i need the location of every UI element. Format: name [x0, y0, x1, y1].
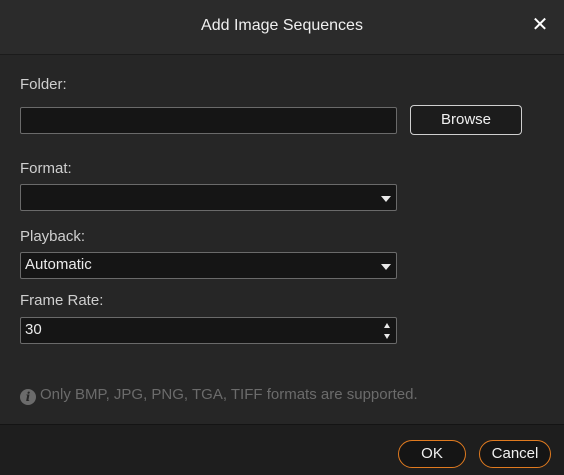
playback-label: Playback:	[20, 228, 86, 245]
format-select[interactable]	[20, 184, 397, 211]
close-icon[interactable]: ✕	[528, 13, 552, 37]
playback-select[interactable]: Automatic	[20, 252, 397, 279]
ok-button[interactable]: OK	[398, 440, 466, 468]
title-bar: Add Image Sequences ✕	[0, 0, 564, 55]
chevron-down-icon	[381, 264, 391, 270]
add-image-sequences-dialog: Add Image Sequences ✕ Folder: Browse For…	[0, 0, 564, 475]
chevron-down-icon	[381, 196, 391, 202]
playback-selected-value: Automatic	[25, 256, 92, 273]
stepper-up-icon[interactable]	[384, 323, 390, 328]
supported-formats-note: i Only BMP, JPG, PNG, TGA, TIFF formats a…	[20, 386, 418, 406]
browse-button[interactable]: Browse	[410, 105, 522, 135]
info-text: Only BMP, JPG, PNG, TGA, TIFF formats ar…	[40, 386, 418, 403]
stepper-down-icon[interactable]	[384, 334, 390, 339]
frame-rate-label: Frame Rate:	[20, 292, 104, 309]
folder-label: Folder:	[20, 76, 67, 93]
format-label: Format:	[20, 160, 72, 177]
frame-rate-value: 30	[25, 321, 42, 338]
dialog-title: Add Image Sequences	[201, 17, 363, 34]
info-icon: i	[20, 389, 36, 405]
cancel-button[interactable]: Cancel	[479, 440, 551, 468]
frame-rate-stepper[interactable]: 30	[20, 317, 397, 344]
folder-input[interactable]	[20, 107, 397, 134]
dialog-footer: OK Cancel	[0, 424, 564, 475]
